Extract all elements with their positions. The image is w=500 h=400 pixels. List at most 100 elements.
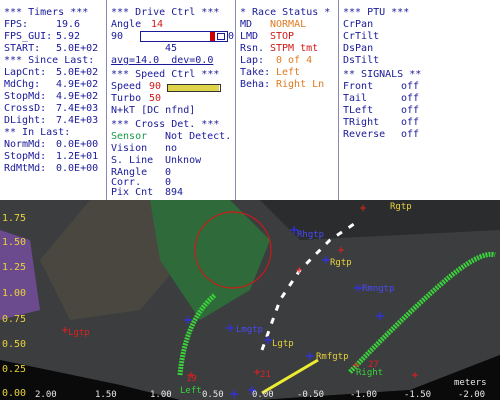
lapcnt-label: LapCnt:	[4, 67, 47, 78]
fpsgui-label: FPS_GUI:	[4, 31, 53, 42]
camera-view: Rgtp Rhgtp Rgtp Rmngtp Lmgtp Lgtp Rmfgtp…	[0, 200, 500, 400]
ptu-item: DsTilt	[343, 55, 380, 66]
signal-reverse-value: off	[401, 129, 420, 140]
sensor-label: Sensor	[111, 131, 148, 142]
signal-front-value: off	[401, 81, 420, 92]
ptu-item: CrPan	[343, 19, 374, 30]
rsn-label: Rsn.	[240, 43, 265, 54]
slider-mid-label: 45	[165, 43, 178, 54]
nkt-status: N+kT [DC nfnd]	[111, 105, 196, 116]
rdmtmd-label: RdMtMd:	[4, 163, 47, 174]
start-value: 5.0E+02	[56, 43, 99, 54]
rhgtp-label: Rhgtp	[297, 230, 325, 240]
x-unit-label: meters	[454, 378, 487, 388]
sensor-value: Not Detect.	[165, 131, 232, 142]
signals-header: ** SIGNALS **	[343, 69, 422, 80]
fps-value: 19.6	[56, 19, 81, 30]
signal-tright-label: TRight	[343, 117, 380, 128]
lap-value: 0 of 4	[276, 55, 313, 66]
timers-header: *** Timers ***	[4, 7, 89, 18]
since-last-header: *** Since Last:	[4, 55, 95, 66]
rdmtmd-value: 0.0E+00	[56, 163, 99, 174]
stopmd2-value: 1.2E+01	[56, 151, 99, 162]
lap-label: Lap:	[240, 55, 265, 66]
avg-dev-readout: avg=14.0 dev=0.0	[111, 55, 214, 66]
rmfgtp-label: Rmfgtp	[316, 352, 349, 362]
crossd-label: CrossD:	[4, 103, 47, 114]
lmd-value: STOP	[270, 31, 295, 42]
x-tick-label: -0.50	[297, 390, 325, 400]
slider-min-label: 90	[111, 31, 124, 42]
signal-tleft-value: off	[401, 105, 420, 116]
signal-front-label: Front	[343, 81, 374, 92]
md-label: MD	[240, 19, 253, 30]
dlight-label: DLight:	[4, 115, 47, 126]
dlight-value: 7.4E+03	[56, 115, 99, 126]
x-tick-label: 0.00	[252, 390, 274, 400]
stopmd-value: 4.9E+02	[56, 91, 99, 102]
vision-value: no	[165, 143, 178, 154]
camera-overlay	[0, 200, 500, 400]
ptu-header: *** PTU ***	[343, 7, 410, 18]
drive-panel: *** Drive Ctrl *** Angle 14 90 0 45 avg=…	[107, 0, 235, 200]
take-label: Take:	[240, 67, 271, 78]
y-tick-label: 0.50	[2, 339, 27, 350]
signal-tleft-label: TLeft	[343, 105, 374, 116]
ptu-signals-panel: *** PTU *** CrPan CrTilt DsPan DsTilt **…	[339, 0, 500, 200]
angle-slider[interactable]	[140, 31, 228, 42]
left-lane-label: Left	[180, 386, 202, 396]
y-tick-label: 1.00	[2, 288, 27, 299]
rsn-value: STPM tmt	[270, 43, 319, 54]
angle-label: Angle	[111, 19, 142, 30]
rmngtp-label: Rmngtp	[362, 284, 395, 294]
lane-id-center: 21	[260, 370, 271, 380]
speed-value: 90	[149, 81, 162, 92]
pixcnt-label: Pix Cnt	[111, 187, 154, 198]
x-tick-label: 1.50	[95, 390, 117, 400]
signal-tail-label: Tail	[343, 93, 368, 104]
x-tick-label: -1.00	[350, 390, 378, 400]
angle-slider-knob[interactable]	[210, 32, 215, 41]
lmd-label: LMD	[240, 31, 259, 42]
lgtp-label: Lgtp	[272, 339, 294, 349]
y-tick-label: 0.75	[2, 314, 27, 325]
beha-label: Beha:	[240, 79, 271, 90]
ptu-item: DsPan	[343, 43, 374, 54]
ptu-item: CrTilt	[343, 31, 380, 42]
lane-id-left: 19	[186, 374, 197, 384]
pixcnt-value: 894	[165, 187, 184, 198]
lapcnt-value: 5.0E+02	[56, 67, 99, 78]
sline-label: S. Line	[111, 155, 154, 166]
signal-tail-value: off	[401, 93, 420, 104]
lmgtp-label: Lmgtp	[236, 325, 264, 335]
timers-panel: *** Timers *** FPS: 19.6 FPS_GUI: 5.92 S…	[0, 0, 106, 200]
right-lane-label: Right	[356, 368, 384, 378]
lgtp-left-label: Lgtp	[68, 328, 90, 338]
mdchg-label: MdChg:	[4, 79, 41, 90]
turbo-value: 50	[149, 93, 162, 104]
status-panel: *** Timers *** FPS: 19.6 FPS_GUI: 5.92 S…	[0, 0, 500, 200]
rgtp-label-mid: Rgtp	[330, 258, 352, 268]
x-tick-label: 1.00	[150, 390, 172, 400]
signal-tright-value: off	[401, 117, 420, 128]
race-header: * Race Status *	[240, 7, 331, 18]
slider-max-label: 0	[228, 31, 235, 42]
stopmd2-label: StopMd:	[4, 151, 47, 162]
crossdet-header: *** Cross Det. ***	[111, 119, 220, 130]
md-value: NORMAL	[270, 19, 307, 30]
y-tick-label: 1.75	[2, 213, 27, 224]
y-tick-label: 1.25	[2, 262, 27, 273]
drive-header: *** Drive Ctrl ***	[111, 7, 220, 18]
speed-header: *** Speed Ctrl ***	[111, 69, 220, 80]
fpsgui-value: 5.92	[56, 31, 81, 42]
vision-label: Vision	[111, 143, 148, 154]
angle-slider-marker	[217, 33, 225, 40]
rgtp-label-top: Rgtp	[390, 202, 412, 212]
beha-value: Right Ln	[276, 79, 325, 90]
speed-bar	[167, 84, 221, 92]
y-tick-label: 0.25	[2, 364, 27, 375]
mdchg-value: 4.9E+02	[56, 79, 99, 90]
speed-label: Speed	[111, 81, 142, 92]
sline-value: Unknow	[165, 155, 202, 166]
y-tick-label: 1.50	[2, 237, 27, 248]
